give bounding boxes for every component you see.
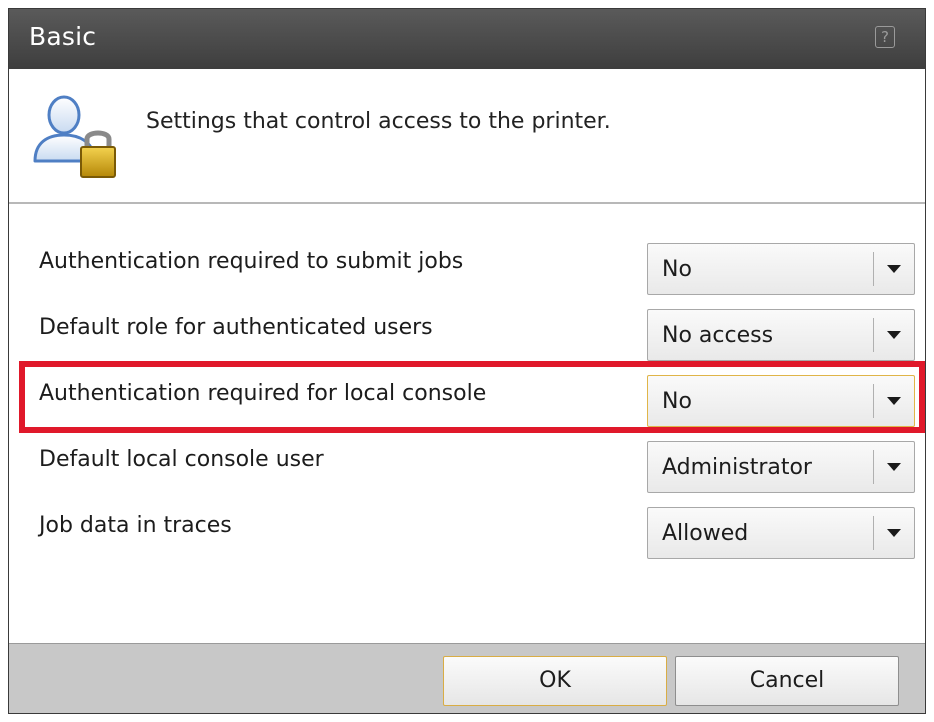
setting-label: Authentication required to submit jobs [39,249,464,274]
user-lock-icon [33,95,116,178]
dropdown-separator [873,516,874,550]
dropdown-value: Allowed [662,521,749,546]
local-console-user-dropdown[interactable]: Administrator [647,441,915,493]
dialog-header: Settings that control access to the prin… [9,69,925,202]
submit-jobs-auth-dropdown[interactable]: No [647,243,915,295]
help-icon[interactable]: ? [875,26,895,48]
dialog-title: Basic [29,22,97,51]
setting-label: Default role for authenticated users [39,315,433,340]
dropdown-value: Administrator [662,455,812,480]
chevron-down-icon[interactable] [887,331,901,339]
dropdown-separator [873,318,874,352]
title-bar: Basic ? [9,9,925,69]
dropdown-separator [873,252,874,286]
dialog-description: Settings that control access to the prin… [146,109,611,134]
header-divider [9,202,925,204]
chevron-down-icon[interactable] [887,529,901,537]
setting-row-local-console-user: Default local console user Administrator [9,437,925,495]
job-data-traces-dropdown[interactable]: Allowed [647,507,915,559]
setting-row-submit-jobs-auth: Authentication required to submit jobs N… [9,239,925,297]
dialog-footer: OK Cancel [9,643,925,713]
setting-label: Default local console user [39,447,324,472]
ok-button[interactable]: OK [443,656,667,706]
default-role-dropdown[interactable]: No access [647,309,915,361]
setting-row-default-role: Default role for authenticated users No … [9,305,925,363]
chevron-down-icon[interactable] [887,463,901,471]
dropdown-separator [873,450,874,484]
setting-row-job-data-traces: Job data in traces Allowed [9,503,925,561]
cancel-button[interactable]: Cancel [675,656,899,706]
chevron-down-icon[interactable] [887,265,901,273]
setting-label: Job data in traces [39,513,232,538]
dropdown-value: No [662,257,692,282]
highlight-annotation [19,361,925,433]
dropdown-value: No access [662,323,774,348]
basic-settings-dialog: Basic ? Settings that control access to … [8,8,926,714]
